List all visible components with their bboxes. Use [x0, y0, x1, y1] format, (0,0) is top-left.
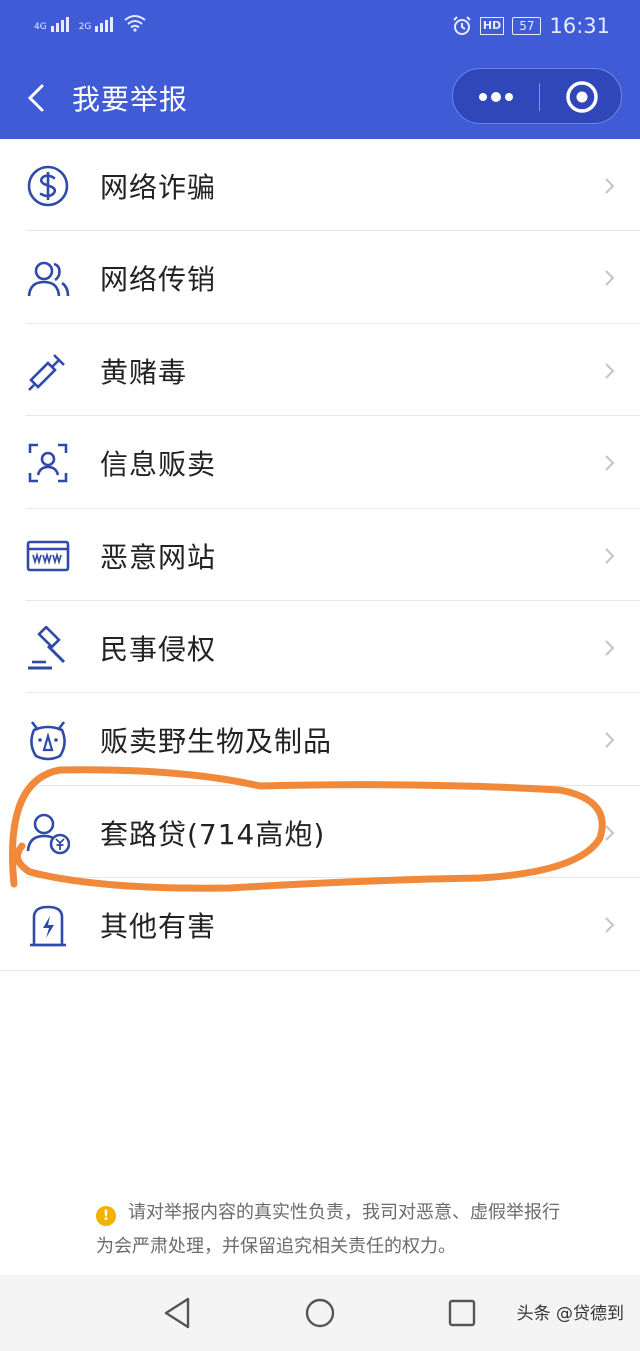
chevron-left-icon[interactable] — [22, 78, 52, 118]
list-item-label: 信息贩卖 — [100, 448, 217, 482]
list-item-label: 网络传销 — [100, 263, 217, 297]
list-item-label: 民事侵权 — [100, 632, 217, 666]
lightning-shield-icon — [30, 905, 66, 947]
system-nav-bar: 头条 @贷德到 — [0, 1275, 640, 1351]
chevron-right-icon — [605, 363, 615, 379]
users-icon — [27, 262, 70, 297]
list-item[interactable]: 民事侵权 — [0, 601, 640, 694]
list-item[interactable]: 信息贩卖 — [0, 416, 640, 509]
report-category-list: 网络诈骗 网络传销 黄赌毒 信息贩卖 恶意网站 民事侵权 贩卖野生物及制品 套路… — [0, 139, 640, 971]
list-item[interactable]: 恶意网站 — [0, 509, 640, 601]
disclaimer-notice: ! 请对举报内容的真实性负责，我司对恶意、虚假举报行为会严肃处理，并保留追究相关责… — [96, 1196, 566, 1264]
capsule-divider — [539, 83, 540, 111]
divider — [0, 969, 640, 971]
chevron-right-icon — [605, 547, 615, 564]
chevron-right-icon — [605, 917, 615, 933]
list-item-label: 恶意网站 — [100, 540, 217, 574]
wifi-icon — [124, 15, 147, 32]
www-card-icon — [26, 540, 70, 571]
dollar-coin-icon — [27, 165, 69, 207]
signal-group: 4G 2G — [34, 14, 147, 32]
rhino-icon — [30, 721, 66, 761]
list-item-label: 其他有害 — [100, 910, 217, 944]
signal-icon: 2G — [79, 17, 114, 32]
list-item[interactable]: 网络诈骗 — [0, 139, 640, 232]
gavel-icon — [28, 625, 66, 670]
hd-badge: HD — [479, 17, 505, 35]
list-item[interactable]: 套路贷(714高炮) — [0, 786, 640, 879]
chevron-right-icon — [605, 270, 615, 287]
face-scan-icon — [28, 443, 68, 483]
list-item-label: 贩卖野生物及制品 — [100, 725, 333, 759]
more-dots-icon[interactable] — [453, 69, 539, 125]
syringe-icon — [28, 353, 65, 391]
clock: 16:31 — [549, 14, 610, 38]
user-yuan-icon — [26, 813, 70, 855]
list-item[interactable]: 其他有害 — [0, 878, 640, 971]
warning-icon: ! — [96, 1206, 116, 1226]
signal-icon: 4G — [34, 17, 69, 32]
chevron-right-icon — [605, 640, 615, 656]
circle-home-icon[interactable] — [300, 1293, 340, 1333]
alarm-icon — [453, 16, 471, 35]
target-circle-icon[interactable] — [551, 69, 621, 125]
chevron-right-icon — [605, 455, 615, 471]
status-right: HD 57 16:31 — [452, 14, 610, 38]
list-item-label: 黄赌毒 — [100, 355, 188, 389]
list-item[interactable]: 黄赌毒 — [0, 324, 640, 417]
list-item-label: 套路贷(714高炮) — [100, 817, 326, 851]
list-item-label: 网络诈骗 — [100, 171, 217, 204]
list-item[interactable]: 网络传销 — [0, 231, 640, 324]
chevron-right-icon — [605, 732, 615, 749]
battery-level: 57 — [512, 17, 542, 35]
list-item[interactable]: 贩卖野生物及制品 — [0, 693, 640, 786]
status-bar: 4G 2G HD 57 16:31 — [0, 0, 640, 56]
disclaimer-text: 请对举报内容的真实性负责，我司对恶意、虚假举报行为会严肃处理，并保留追究相关责任… — [96, 1202, 560, 1257]
chevron-right-icon — [605, 178, 615, 194]
square-recent-icon[interactable] — [442, 1293, 482, 1333]
watermark: 头条 @贷德到 — [516, 1304, 624, 1324]
page-title: 我要举报 — [72, 83, 189, 116]
title-bar: 我要举报 — [0, 56, 640, 139]
chevron-right-icon — [605, 825, 615, 841]
mini-program-capsule — [452, 68, 622, 124]
triangle-back-icon[interactable] — [158, 1293, 198, 1333]
